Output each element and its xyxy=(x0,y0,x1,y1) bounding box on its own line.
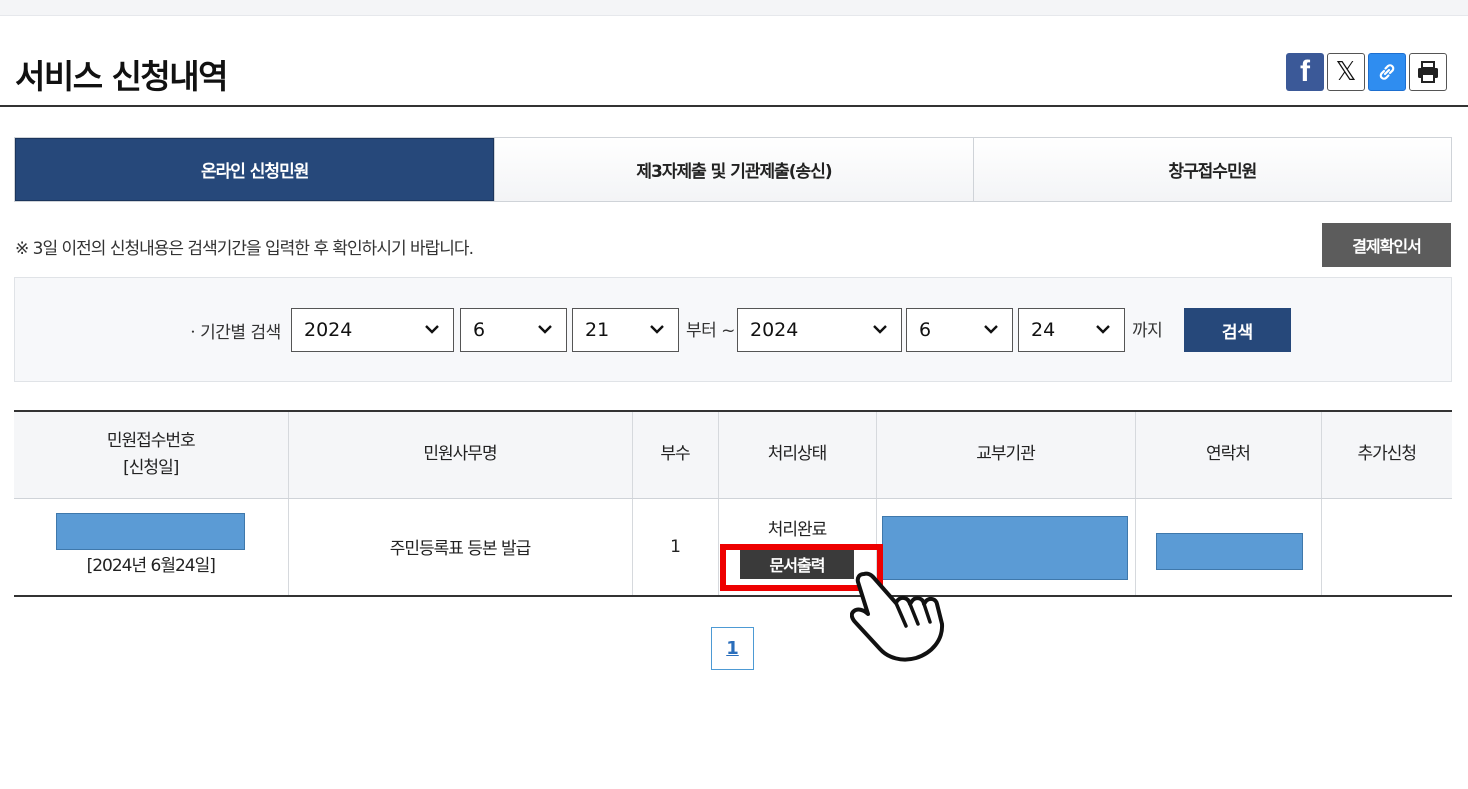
header-copies: 부수 xyxy=(631,410,718,499)
from-suffix-label: 부터 ~ xyxy=(686,321,735,341)
chevron-down-icon xyxy=(425,325,439,334)
tab-bar: 온라인 신청민원 제3자제출 및 기관제출(송신) 창구접수민원 xyxy=(14,137,1452,202)
page-title: 서비스 신청내역 xyxy=(15,57,229,96)
chevron-down-icon xyxy=(650,325,664,334)
copies-cell: 1 xyxy=(631,498,718,597)
link-icon-shape xyxy=(1379,64,1395,80)
redacted-contact xyxy=(1155,532,1303,570)
header-service-name: 민원사무명 xyxy=(287,410,632,499)
x-glyph: 𝕏 xyxy=(1335,57,1357,87)
header-status: 처리상태 xyxy=(717,410,876,499)
apply-date: [2024년 6월24일] xyxy=(86,555,216,576)
redacted-receipt-no xyxy=(56,512,245,550)
pagination-page-1[interactable]: 1 xyxy=(711,627,754,670)
tab-third-party-submission[interactable]: 제3자제출 및 기관제출(송신) xyxy=(494,138,973,201)
facebook-icon[interactable]: f xyxy=(1286,53,1324,91)
from-month-value: 6 xyxy=(473,319,486,341)
service-name-cell: 주민등록표 등본 발급 xyxy=(287,498,632,597)
header-contact: 연락처 xyxy=(1134,410,1321,499)
header-issuing-agency: 교부기관 xyxy=(875,410,1135,499)
table-header-row: 민원접수번호 [신청일] 민원사무명 부수 처리상태 교부기관 연락처 추가신청 xyxy=(14,410,1452,499)
link-icon[interactable] xyxy=(1368,53,1406,91)
to-day-value: 24 xyxy=(1031,319,1056,341)
tab-online-application[interactable]: 온라인 신청민원 xyxy=(15,138,495,201)
to-year-value: 2024 xyxy=(750,319,799,341)
to-month-select[interactable]: 6 xyxy=(906,308,1013,352)
receipt-no-cell: [2024년 6월24일] xyxy=(14,498,288,597)
printer-icon-shape xyxy=(1418,61,1438,83)
contact-cell xyxy=(1134,498,1321,597)
header-receipt-no-label: 민원접수번호 xyxy=(106,430,196,451)
chevron-down-icon xyxy=(984,325,998,334)
from-month-select[interactable]: 6 xyxy=(460,308,567,352)
chevron-down-icon xyxy=(1096,325,1110,334)
from-day-select[interactable]: 21 xyxy=(572,308,679,352)
payment-receipt-button[interactable]: 결제확인서 xyxy=(1322,223,1451,267)
search-period-notice: ※ 3일 이전의 신청내용은 검색기간을 입력한 후 확인하시기 바랍니다. xyxy=(15,239,474,259)
to-suffix-label: 까지 xyxy=(1132,321,1163,341)
print-icon[interactable] xyxy=(1409,53,1447,91)
title-divider xyxy=(0,105,1468,107)
from-year-select[interactable]: 2024 xyxy=(291,308,454,352)
top-strip xyxy=(0,0,1468,16)
status-text: 처리완료 xyxy=(767,519,828,540)
share-toolbar: f 𝕏 xyxy=(1286,53,1447,91)
to-month-value: 6 xyxy=(919,319,932,341)
hand-pointer-icon xyxy=(850,571,945,662)
x-icon[interactable]: 𝕏 xyxy=(1327,53,1365,91)
period-search-label: ㆍ기간별 검색 xyxy=(185,323,281,343)
header-receipt-no: 민원접수번호 [신청일] xyxy=(14,410,288,499)
period-search-panel: ㆍ기간별 검색 2024 6 21 부터 ~ 2024 6 24 까지 검색 xyxy=(14,277,1452,382)
tab-counter-application[interactable]: 창구접수민원 xyxy=(972,138,1451,201)
chevron-down-icon xyxy=(873,325,887,334)
chevron-down-icon xyxy=(538,325,552,334)
header-apply-date-label: [신청일] xyxy=(123,457,179,478)
search-button[interactable]: 검색 xyxy=(1184,308,1291,352)
header-additional-request: 추가신청 xyxy=(1320,410,1452,499)
facebook-glyph: f xyxy=(1300,55,1310,88)
additional-request-cell xyxy=(1320,498,1452,597)
from-day-value: 21 xyxy=(585,319,610,341)
to-day-select[interactable]: 24 xyxy=(1018,308,1125,352)
from-year-value: 2024 xyxy=(304,319,353,341)
to-year-select[interactable]: 2024 xyxy=(737,308,902,352)
